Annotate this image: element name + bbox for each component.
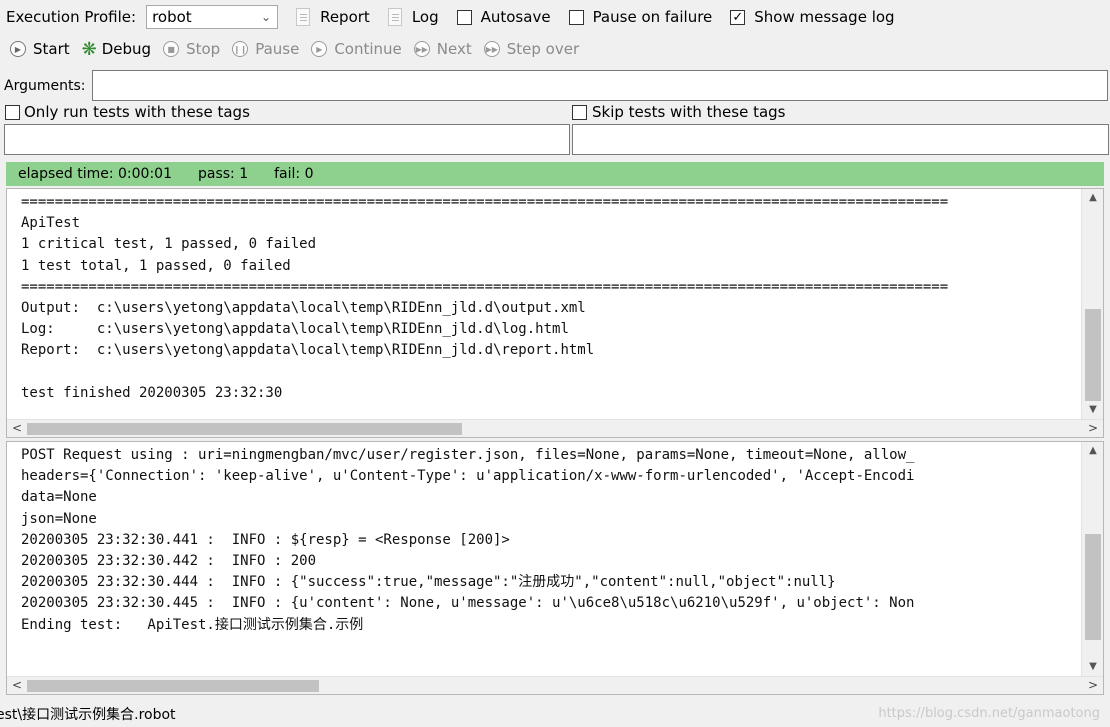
pause-on-failure-checkbox[interactable] (568, 9, 584, 25)
message-vertical-scrollbar[interactable]: ▲ ▼ (1081, 442, 1103, 676)
pause-on-failure-label: Pause on failure (592, 8, 713, 26)
execution-toolbar: Execution Profile: robot ⌄ Report Log Au… (6, 4, 895, 30)
debug-button[interactable]: ❋ Debug (82, 39, 151, 60)
step-over-icon: ▶▶ (483, 41, 500, 57)
stop-label: Stop (186, 40, 221, 58)
arguments-input[interactable] (92, 70, 1108, 101)
next-icon: ▶▶ (413, 41, 430, 57)
arguments-label: Arguments: (4, 77, 86, 94)
include-tags-input[interactable] (4, 124, 570, 155)
arguments-row: Arguments: (4, 70, 1108, 101)
run-controls: ▶ Start ❋ Debug ■ Stop ❙❙ Pause ▶ Contin… (10, 36, 591, 62)
scroll-left-icon[interactable]: < (7, 677, 27, 694)
stop-button[interactable]: ■ Stop (163, 40, 220, 58)
log-doc-icon (387, 8, 402, 26)
pause-button[interactable]: ❙❙ Pause (232, 40, 299, 58)
continue-label: Continue (334, 40, 402, 58)
show-message-log-checkbox[interactable]: ✓ (730, 9, 746, 25)
file-path: est\接口测试示例集合.robot (0, 706, 176, 723)
scroll-down-icon[interactable]: ▼ (1082, 401, 1103, 419)
stop-icon: ■ (163, 41, 180, 57)
output-horizontal-scrollbar[interactable]: < > (7, 419, 1103, 437)
log-button[interactable]: Log (412, 8, 439, 26)
bug-icon: ❋ (81, 38, 97, 60)
next-button[interactable]: ▶▶ Next (413, 40, 472, 58)
chevron-down-icon: ⌄ (261, 10, 272, 24)
continue-icon: ▶ (311, 41, 328, 57)
output-vscroll-thumb[interactable] (1085, 309, 1101, 401)
skip-tags-label: Skip tests with these tags (592, 103, 786, 121)
output-text-pane[interactable]: ========================================… (6, 188, 1104, 438)
execution-profile-value: robot (152, 8, 192, 26)
output-log-text: ========================================… (21, 194, 949, 401)
step-over-button[interactable]: ▶▶ Step over (483, 40, 580, 58)
scroll-up-icon[interactable]: ▲ (1082, 442, 1103, 460)
report-doc-icon (296, 8, 311, 26)
debug-label: Debug (101, 40, 152, 58)
scroll-up-icon[interactable]: ▲ (1082, 189, 1103, 207)
scroll-right-icon[interactable]: > (1083, 420, 1103, 437)
play-icon: ▶ (10, 41, 26, 57)
scroll-down-icon[interactable]: ▼ (1082, 658, 1103, 676)
message-horizontal-scrollbar[interactable]: < > (7, 676, 1103, 694)
step-over-label: Step over (506, 40, 580, 58)
execution-profile-label: Execution Profile: (6, 8, 137, 26)
continue-button[interactable]: ▶ Continue (311, 40, 402, 58)
pause-icon: ❙❙ (232, 41, 249, 57)
tag-filter-row: Only run tests with these tags Skip test… (5, 102, 1109, 122)
bottom-status-bar: est\接口测试示例集合.robot https://blog.csdn.net… (0, 700, 1110, 727)
scroll-right-icon[interactable]: > (1083, 677, 1103, 694)
pause-label: Pause (255, 40, 300, 58)
fail-count: fail: 0 (274, 166, 314, 182)
message-vscroll-thumb[interactable] (1085, 534, 1101, 640)
output-vertical-scrollbar[interactable]: ▲ ▼ (1081, 189, 1103, 419)
scroll-left-icon[interactable]: < (7, 420, 27, 437)
elapsed-time: elapsed time: 0:00:01 (18, 166, 172, 182)
message-hscroll-thumb[interactable] (27, 680, 319, 692)
only-run-tags-label: Only run tests with these tags (24, 103, 250, 121)
watermark: https://blog.csdn.net/ganmaotong (878, 706, 1100, 721)
next-label: Next (436, 40, 472, 58)
message-log-pane[interactable]: POST Request using : uri=ningmengban/mvc… (6, 441, 1104, 695)
execution-profile-select[interactable]: robot ⌄ (146, 5, 279, 29)
start-label: Start (33, 40, 70, 58)
message-log-text: POST Request using : uri=ningmengban/mvc… (21, 447, 915, 633)
skip-tags-checkbox[interactable] (572, 104, 587, 120)
autosave-checkbox[interactable] (456, 9, 472, 25)
exclude-tags-input[interactable] (572, 124, 1109, 155)
report-button[interactable]: Report (320, 8, 370, 26)
run-status-bar: elapsed time: 0:00:01 pass: 1 fail: 0 (6, 162, 1104, 186)
only-run-tags-checkbox[interactable] (5, 104, 20, 120)
output-hscroll-thumb[interactable] (27, 423, 462, 435)
pass-count: pass: 1 (197, 166, 249, 182)
autosave-label: Autosave (480, 8, 551, 26)
show-message-log-label: Show message log (754, 8, 895, 26)
start-button[interactable]: ▶ Start (10, 40, 70, 58)
